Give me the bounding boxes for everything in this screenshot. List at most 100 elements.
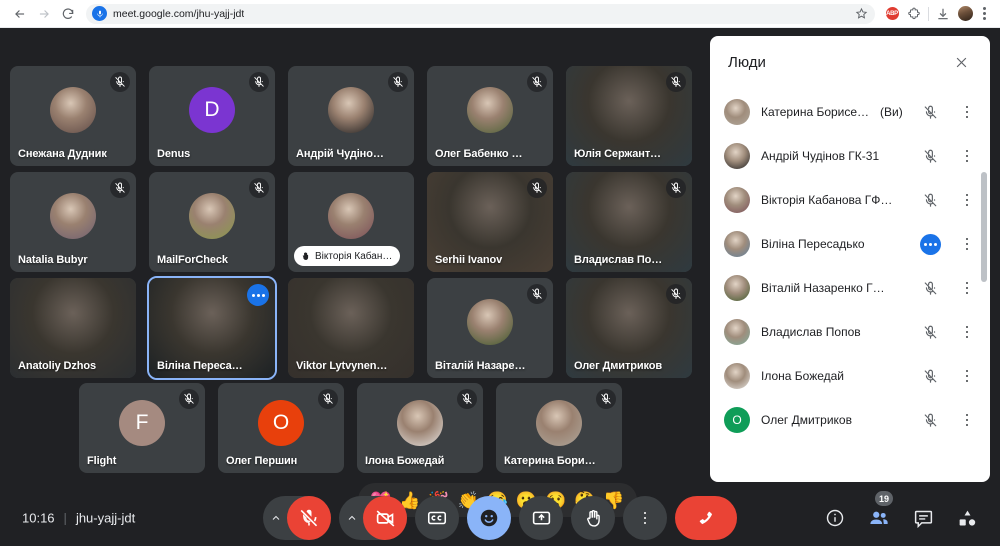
more-options-icon[interactable] (954, 275, 980, 301)
people-list-scrollbar[interactable] (981, 172, 987, 282)
participant-name: Владислав Попов (574, 254, 666, 266)
microphone-off-icon[interactable] (917, 319, 943, 345)
participant-tile[interactable]: Андрій Чудінов Г… (288, 66, 414, 166)
participant-name: Ілона Божедай (761, 369, 845, 383)
participant-tile[interactable]: Ілона Божедай (357, 383, 483, 473)
microphone-off-icon[interactable] (917, 143, 943, 169)
address-bar[interactable]: meet.google.com/jhu-yajj-jdt (86, 3, 875, 24)
people-list-item[interactable]: Вікторія Кабанова ГФ-31 (710, 178, 990, 222)
abp-icon: ABP (885, 7, 899, 20)
microphone-off-button[interactable] (287, 496, 331, 540)
avatar (724, 363, 750, 389)
profile-avatar-icon[interactable] (954, 3, 976, 25)
participant-tile[interactable]: Віталій Назаренк… (427, 278, 553, 378)
people-list-item[interactable]: Віліна Пересадько (710, 222, 990, 266)
right-controls-cluster: 19 (820, 491, 982, 533)
participant-tile[interactable]: D Denus (149, 66, 275, 166)
people-list-item[interactable]: Катерина Борисе… (Ви) (710, 90, 990, 134)
more-options-icon[interactable] (954, 99, 980, 125)
reload-button[interactable] (56, 2, 80, 26)
participant-tile[interactable]: Natalia Bubyr (10, 172, 136, 272)
participant-tile[interactable]: Олег Бабенко ГФ… (427, 66, 553, 166)
meeting-details-info-icon[interactable] (820, 503, 850, 533)
close-icon[interactable] (948, 49, 974, 75)
participant-name: Юлія Сержантова (574, 148, 666, 160)
people-list[interactable]: Катерина Борисе… (Ви) Андрій Чудінов ГК-31… (710, 88, 990, 482)
participant-name: Вікторія Кабанова ГФ-31 (761, 193, 893, 207)
participant-name: Ілона Божедай (365, 455, 445, 467)
participant-tile[interactable]: Вікторія Кабан… (288, 172, 414, 272)
more-options-icon[interactable] (954, 407, 980, 433)
present-screen-button[interactable] (519, 496, 563, 540)
participant-avatar (189, 193, 235, 239)
more-options-button[interactable] (623, 496, 667, 540)
participant-initial-avatar: D (189, 87, 235, 133)
more-options-icon[interactable] (954, 187, 980, 213)
microphone-off-icon[interactable] (917, 407, 943, 433)
avatar (724, 275, 750, 301)
closed-captions-button[interactable] (415, 496, 459, 540)
people-panel-header: Люди (710, 36, 990, 88)
more-options-icon[interactable] (954, 319, 980, 345)
participant-tile[interactable]: Юлія Сержантова (566, 66, 692, 166)
adblock-plus-button[interactable]: ABP (881, 3, 903, 25)
back-button[interactable] (8, 2, 32, 26)
participant-grid: Снежана Дудник D Denus Андрій Чудінов Г… Оле… (0, 28, 706, 490)
avatar (724, 187, 750, 213)
people-list-item[interactable]: Ілона Божедай (710, 354, 990, 398)
participant-tile[interactable]: F Flight (79, 383, 205, 473)
participant-tile[interactable]: Віліна Пересадько (147, 276, 277, 380)
chevron-up-icon-mic[interactable] (263, 496, 289, 540)
more-options-icon[interactable] (954, 231, 980, 257)
participant-tile[interactable]: Viktor Lytvynenko (288, 278, 414, 378)
microphone-off-icon (527, 72, 547, 92)
participant-tile[interactable]: Олег Дмитриков (566, 278, 692, 378)
more-options-icon[interactable] (954, 143, 980, 169)
avatar (957, 6, 973, 21)
downloads-icon[interactable] (932, 3, 954, 25)
participant-tile[interactable]: Снежана Дудник (10, 66, 136, 166)
participant-name: Flight (87, 455, 117, 467)
chrome-menu-icon[interactable] (976, 3, 992, 25)
participant-tile[interactable]: O Олег Першин (218, 383, 344, 473)
participant-tile[interactable]: Anatoliy Dzhos (10, 278, 136, 378)
camera-off-button[interactable] (363, 496, 407, 540)
participant-name: Віліна Пересадько (157, 360, 249, 372)
meet-stage: Снежана Дудник D Denus Андрій Чудінов Г… Оле… (0, 28, 1000, 546)
participant-tile[interactable]: Катерина Борисе… (496, 383, 622, 473)
avatar (724, 143, 750, 169)
people-list-item[interactable]: Віталій Назаренко ГФ-31 (710, 266, 990, 310)
microphone-off-icon[interactable] (917, 275, 943, 301)
people-icon[interactable]: 19 (864, 491, 894, 533)
meeting-time: 10:16 (22, 510, 55, 526)
you-label: (Ви) (880, 105, 903, 119)
participant-initial-avatar: F (119, 399, 165, 446)
microphone-off-icon[interactable] (917, 363, 943, 389)
browser-toolbar: meet.google.com/jhu-yajj-jdt ABP (0, 0, 1000, 28)
end-call-button[interactable] (675, 496, 737, 540)
microphone-off-icon[interactable] (917, 99, 943, 125)
raised-hand-badge: Вікторія Кабан… (294, 246, 401, 266)
microphone-permission-icon[interactable] (92, 6, 107, 21)
people-list-item[interactable]: Владислав Попов (710, 310, 990, 354)
participant-tile[interactable]: MailForCheck (149, 172, 275, 272)
people-list-item[interactable]: Андрій Чудінов ГК-31 (710, 134, 990, 178)
reactions-button[interactable] (467, 496, 511, 540)
participant-tile[interactable]: Serhii Ivanov (427, 172, 553, 272)
avatar (724, 99, 750, 125)
forward-button[interactable] (32, 2, 56, 26)
more-options-icon[interactable] (954, 363, 980, 389)
participant-tile[interactable]: Владислав Попов (566, 172, 692, 272)
microphone-off-icon (388, 72, 408, 92)
chevron-up-icon-camera[interactable] (339, 496, 365, 540)
participant-avatar (467, 87, 513, 133)
activities-icon[interactable] (952, 503, 982, 533)
bookmark-star-icon[interactable] (853, 6, 869, 22)
microphone-off-icon (666, 178, 686, 198)
extensions-puzzle-icon[interactable] (903, 3, 925, 25)
people-list-item[interactable]: О Олег Дмитриков (710, 398, 990, 442)
participant-name: Катерина Борисе… (504, 455, 596, 467)
microphone-off-icon[interactable] (917, 187, 943, 213)
chat-icon[interactable] (908, 503, 938, 533)
raise-hand-button[interactable] (571, 496, 615, 540)
